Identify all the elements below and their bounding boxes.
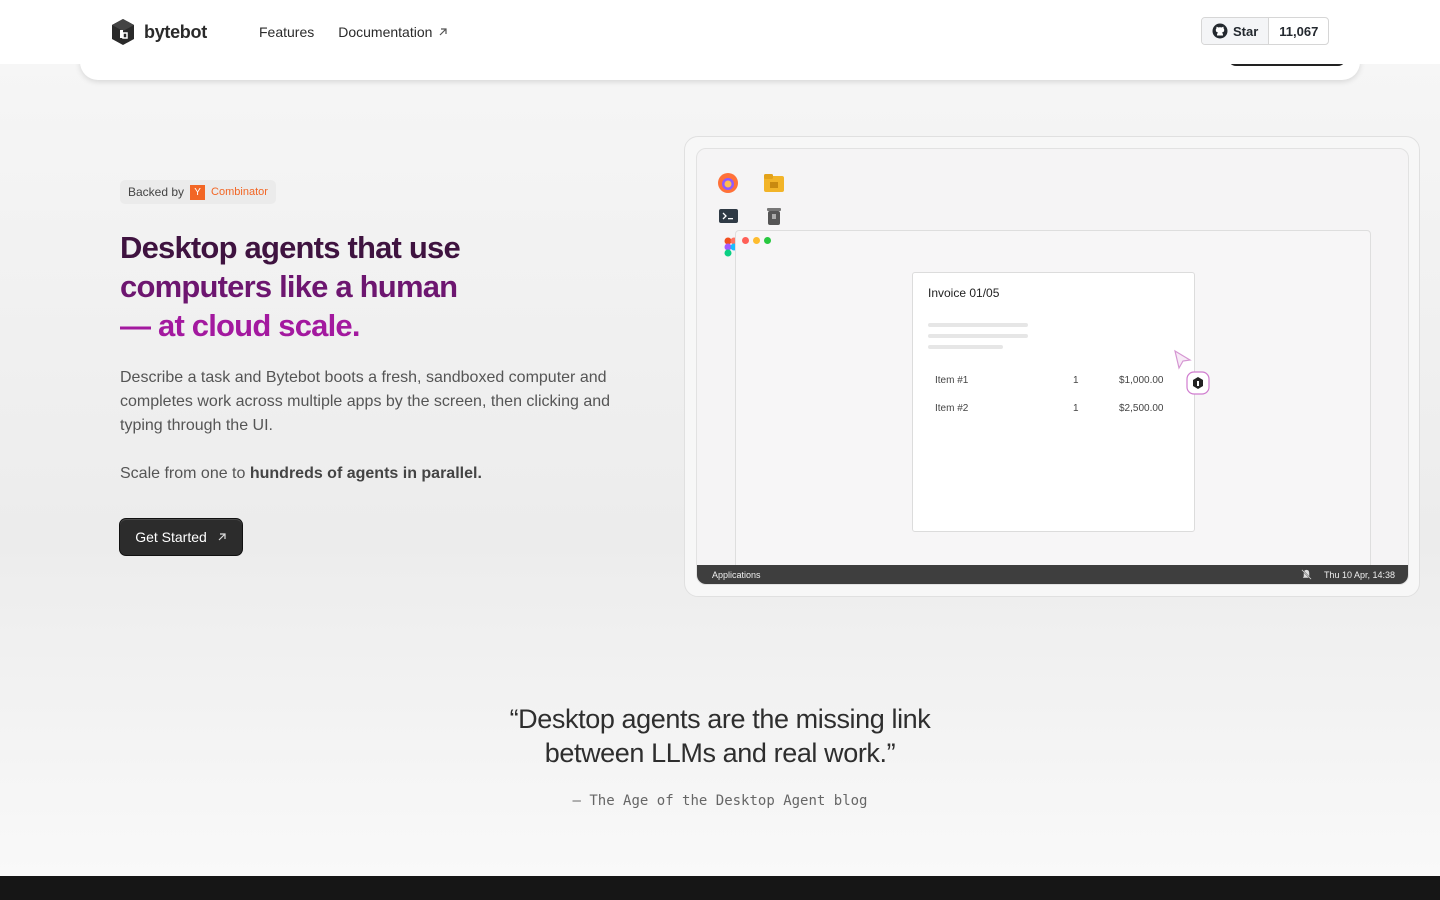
brand-logo[interactable]: bytebot [110,18,207,46]
nav-link-documentation[interactable]: Documentation [338,24,448,40]
item-name: Item #2 [935,403,969,414]
item-price: $2,500.00 [1119,403,1164,414]
quote-line-1: “Desktop agents are the missing link [509,704,931,734]
minimize-window-icon[interactable] [753,237,760,244]
external-arrow-icon [218,533,226,541]
folder-icon[interactable] [763,172,785,194]
github-star-count[interactable]: 11,067 [1269,18,1328,44]
nav-link-features[interactable]: Features [259,24,314,40]
github-icon [1212,23,1228,39]
scale-emphasis: hundreds of agents in parallel. [249,465,482,482]
invoice-document: Invoice 01/05 Item #1 1 $1,000.00 Item #… [912,272,1195,532]
hero-description: Describe a task and Bytebot boots a fres… [120,369,611,434]
hero-headline: Desktop agents that use computers like a… [120,228,600,345]
taskbar-tray: Thu 10 Apr, 14:38 [1301,569,1395,580]
nav-link-features-label: Features [259,24,315,40]
external-arrow-icon [439,28,448,36]
notifications-off-icon[interactable] [1301,569,1312,580]
app-window: Invoice 01/05 Item #1 1 $1,000.00 Item #… [735,230,1371,570]
item-qty: 1 [1073,375,1079,386]
quote-source: — The Age of the Desktop Agent blog [572,793,868,809]
headline-line-1: Desktop agents that use [120,230,461,265]
window-controls [742,237,771,244]
github-star-widget[interactable]: Star 11,067 [1201,17,1330,45]
mouse-cursor-icon [1174,349,1192,370]
get-started-label: Get Started [135,529,207,545]
bytebot-agent-icon [1186,371,1210,395]
close-window-icon[interactable] [742,237,749,244]
taskbar-clock[interactable]: Thu 10 Apr, 14:38 [1324,570,1395,580]
desktop-taskbar: Applications Thu 10 Apr, 14:38 [697,565,1408,584]
item-name: Item #1 [935,375,969,386]
applications-menu[interactable]: Applications [712,570,761,580]
badge-prefix: Backed by [128,185,185,199]
backed-by-badge: Backed by Y Combinator [120,180,276,204]
github-star-button[interactable]: Star [1202,18,1270,44]
invoice-placeholder-line [928,345,1003,349]
headline-line-2: computers like a human [120,269,458,304]
scale-prefix: Scale from one to [120,465,250,482]
quote-line-2: between LLMs and real work.” [544,738,896,768]
headline-line-3: — at cloud scale. [120,308,360,343]
invoice-placeholder-line [928,323,1028,327]
desktop-preview-screen: Invoice 01/05 Item #1 1 $1,000.00 Item #… [696,148,1409,585]
yc-name: Combinator [211,186,268,198]
nav-link-documentation-label: Documentation [338,24,433,40]
invoice-title: Invoice 01/05 [928,286,1000,300]
item-qty: 1 [1073,403,1079,414]
item-price: $1,000.00 [1119,375,1164,386]
firefox-icon[interactable] [717,172,739,194]
terminal-icon[interactable] [718,205,740,227]
hero-scale-text: Scale from one to hundreds of agents in … [120,462,482,486]
bytebot-cube-icon [112,19,134,45]
nav-links: Features Documentation [259,24,448,40]
maximize-window-icon[interactable] [764,237,771,244]
invoice-placeholder-line [928,334,1028,338]
yc-logo-icon: Y [190,184,206,200]
testimonial-quote: “Desktop agents are the missing link bet… [0,702,1440,770]
get-started-button[interactable]: Get Started [120,519,242,555]
github-star-label: Star [1233,23,1259,39]
next-section-dark-band [0,876,1440,900]
trash-icon[interactable] [763,205,785,227]
brand-name: bytebot [144,21,207,42]
